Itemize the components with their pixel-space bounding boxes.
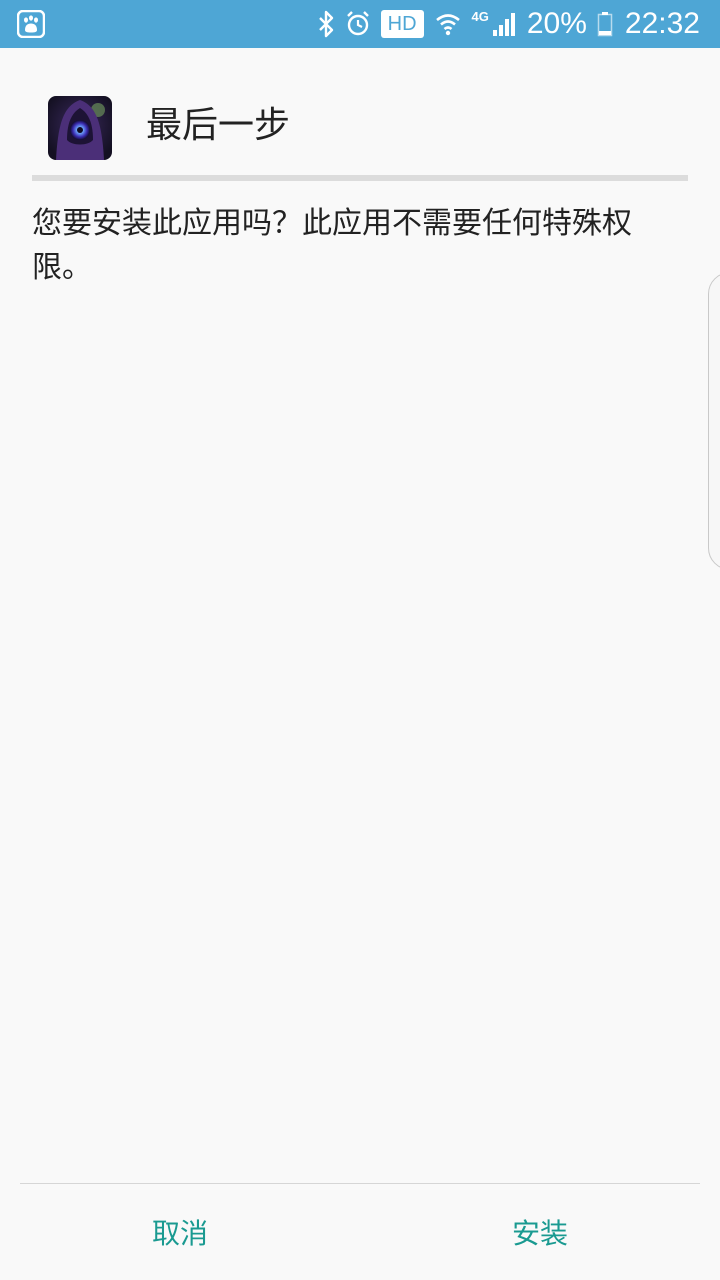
clock: 22:32	[624, 7, 700, 40]
status-bar: HD 4G 20% 22:32	[0, 0, 720, 48]
cancel-button[interactable]: 取消	[0, 1200, 360, 1268]
network-type-label: 4G	[471, 8, 489, 24]
battery-icon	[597, 10, 613, 38]
button-bar-divider	[20, 1183, 700, 1184]
edge-panel-handle[interactable]	[708, 272, 720, 570]
alarm-icon	[345, 10, 371, 38]
bluetooth-icon	[317, 10, 335, 38]
battery-percent: 20%	[526, 7, 587, 40]
install-button[interactable]: 安装	[360, 1200, 720, 1268]
baidu-paw-icon	[16, 9, 46, 39]
install-message: 您要安装此应用吗？此应用不需要任何特殊权限。	[32, 206, 632, 285]
wifi-icon	[434, 10, 462, 38]
hd-badge: HD	[380, 10, 424, 38]
app-icon	[48, 96, 112, 160]
dialog-title: 最后一步	[146, 105, 291, 146]
status-icons: HD 4G 20% 22:32	[317, 0, 700, 48]
header-divider	[32, 175, 688, 181]
signal-icon	[491, 10, 517, 38]
